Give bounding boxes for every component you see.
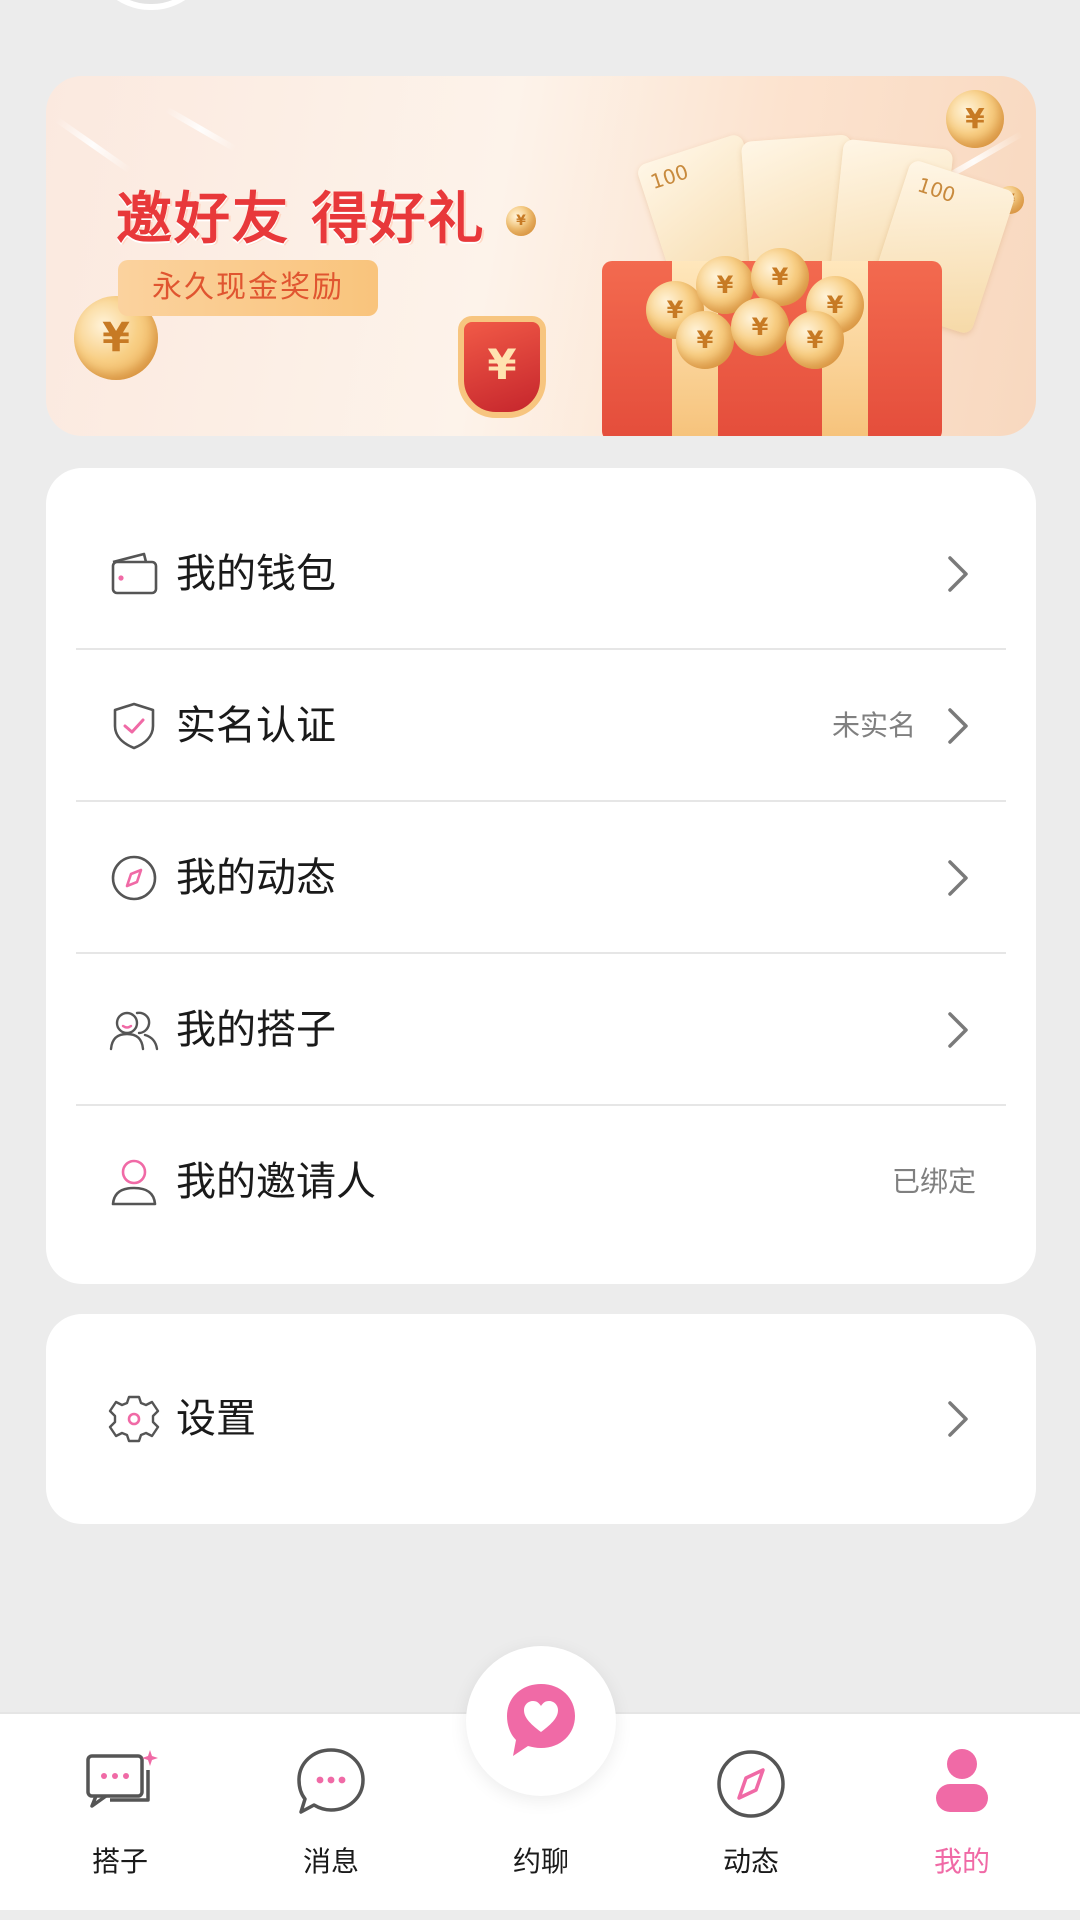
menu-item-label: 我的钱包 — [176, 551, 336, 597]
person-icon — [111, 1159, 157, 1206]
menu-item-label: 实名认证 — [176, 703, 336, 749]
tab-label: 约聊 — [512, 1845, 569, 1878]
profile-menu-card: 我的钱包 实名认证 未实名 我的动态 我的搭子 我的邀请人 已绑定 — [46, 468, 1036, 1284]
profile-icon — [936, 1749, 988, 1812]
wallet-icon — [111, 552, 158, 595]
banner-subtitle: 永久现金奖励 — [118, 260, 378, 316]
menu-item-label: 设置 — [176, 1396, 256, 1442]
menu-item-my-posts[interactable]: 我的动态 — [76, 802, 1006, 954]
compass-icon — [111, 855, 157, 901]
chevron-right-icon — [948, 556, 968, 592]
tab-date-chat[interactable] — [466, 1646, 616, 1796]
decor-streak — [164, 106, 237, 152]
tab-partners[interactable]: 搭子 — [40, 1714, 200, 1910]
partner-chat-icon — [86, 1750, 158, 1808]
tab-label: 搭子 — [91, 1845, 148, 1878]
menu-item-settings[interactable]: 设置 — [76, 1343, 1006, 1495]
menu-item-label: 我的动态 — [176, 855, 336, 901]
gear-icon — [108, 1395, 160, 1443]
avatar[interactable] — [90, 0, 212, 10]
tab-moments[interactable]: 动态 — [671, 1714, 831, 1910]
coin-icon: ¥ — [786, 311, 844, 369]
message-bubble-icon — [297, 1748, 365, 1814]
coin-icon: ¥ — [506, 206, 536, 236]
tab-me[interactable]: 我的 — [882, 1714, 1042, 1910]
inviter-status: 已绑定 — [891, 1165, 976, 1198]
coin-icon: ¥ — [946, 90, 1004, 148]
banner-title: 邀好友 得好礼 — [116, 187, 486, 252]
menu-item-label: 我的搭子 — [176, 1007, 336, 1053]
chevron-right-icon — [948, 1012, 968, 1048]
menu-item-label: 我的邀请人 — [176, 1159, 376, 1205]
tab-messages[interactable]: 消息 — [251, 1714, 411, 1910]
people-icon — [109, 1011, 159, 1051]
shield-check-icon — [113, 702, 155, 750]
tab-label: 消息 — [302, 1845, 359, 1878]
coin-icon: ¥ — [731, 298, 789, 356]
invite-friends-banner[interactable]: ¥ ¥ ¥ ¥ ¥ 100 100 ¥ ¥ ¥ ¥ ¥ ¥ ¥ 邀好友 得好礼 … — [46, 76, 1036, 436]
settings-card: 设置 — [46, 1314, 1036, 1524]
menu-item-real-name-verification[interactable]: 实名认证 未实名 — [76, 650, 1006, 802]
menu-item-my-inviter[interactable]: 我的邀请人 已绑定 — [76, 1106, 1006, 1258]
chevron-right-icon — [948, 860, 968, 896]
chevron-right-icon — [948, 708, 968, 744]
verification-status: 未实名 — [831, 709, 916, 742]
chevron-right-icon — [948, 1401, 968, 1437]
decor-streak — [54, 116, 132, 174]
menu-item-wallet[interactable]: 我的钱包 — [76, 498, 1006, 650]
heart-chat-icon — [507, 1684, 575, 1756]
tab-label: 我的 — [933, 1845, 990, 1878]
compass-icon — [717, 1750, 785, 1818]
shield-yuan-icon: ¥ — [458, 316, 546, 418]
coin-icon: ¥ — [676, 311, 734, 369]
tab-label: 动态 — [722, 1845, 779, 1878]
menu-item-my-partners[interactable]: 我的搭子 — [76, 954, 1006, 1106]
